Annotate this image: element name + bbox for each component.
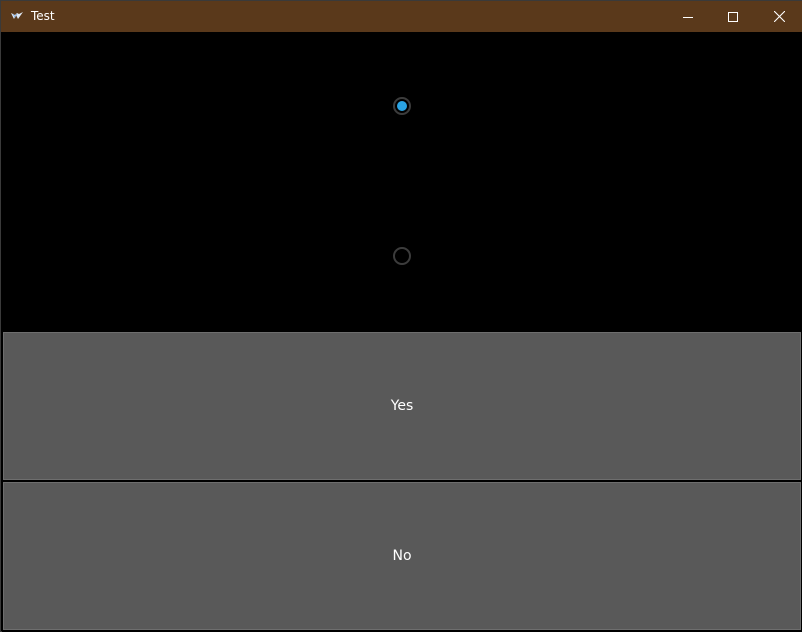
maximize-icon <box>728 11 738 22</box>
app-window: Test Yes No <box>0 0 802 632</box>
no-button[interactable]: No <box>3 482 801 630</box>
minimize-icon <box>683 16 693 18</box>
yes-button-label: Yes <box>390 398 414 414</box>
radio-selected-dot <box>397 101 407 111</box>
close-icon <box>773 11 785 22</box>
minimize-button[interactable] <box>665 1 711 32</box>
close-button[interactable] <box>756 1 802 32</box>
maximize-button[interactable] <box>710 1 756 32</box>
title-bar[interactable]: Test <box>1 1 802 32</box>
no-button-label: No <box>392 548 412 564</box>
kivy-icon <box>11 12 23 19</box>
app-content: Yes No <box>2 32 802 632</box>
radio-button-selected[interactable] <box>393 97 411 115</box>
yes-button[interactable]: Yes <box>3 332 801 480</box>
window-title: Test <box>31 9 55 23</box>
radio-button-unselected[interactable] <box>393 247 411 265</box>
